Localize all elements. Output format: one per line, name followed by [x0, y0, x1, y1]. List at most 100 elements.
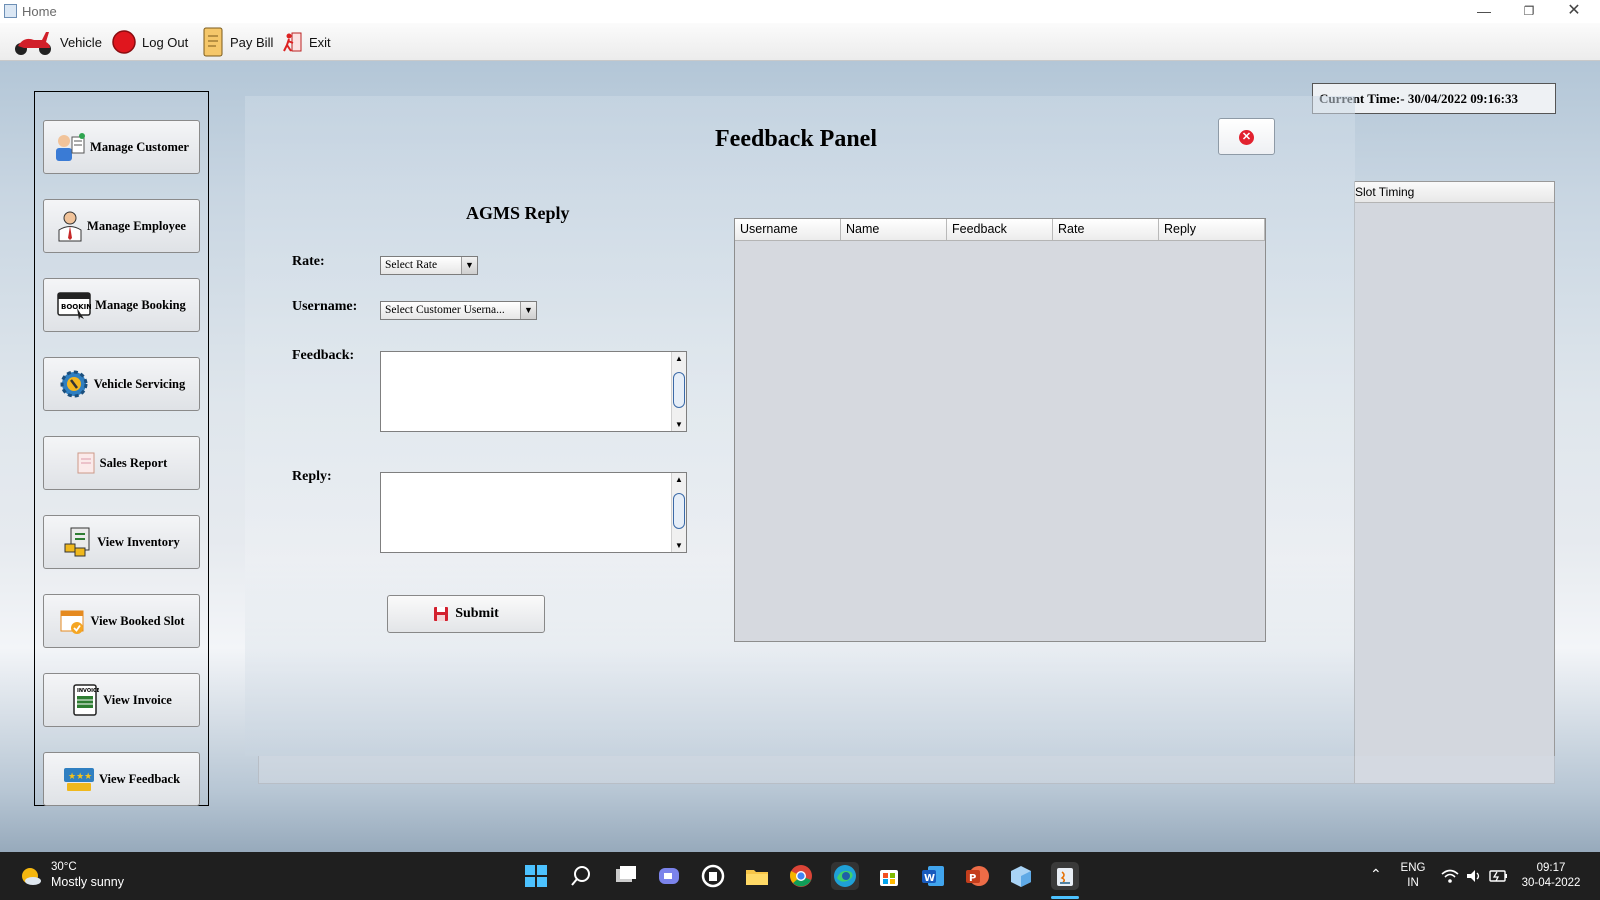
menu-vehicle[interactable]: Vehicle — [12, 27, 102, 57]
sidebar-item-view-booked-slot[interactable]: View Booked Slot — [43, 594, 200, 648]
language-indicator[interactable]: ENG IN — [1397, 861, 1429, 891]
calendar-icon — [60, 610, 83, 634]
feedback-textarea[interactable]: ▲ ▼ — [380, 351, 687, 432]
sidebar-item-label: View Invoice — [103, 692, 172, 707]
report-icon — [77, 452, 95, 474]
taskbar: 30°C Mostly sunny W P ⌃ ENG IN 09:17 30-… — [0, 852, 1600, 900]
submit-label: Submit — [455, 606, 499, 621]
menu-exit-label: Exit — [309, 34, 331, 50]
column-header-reply[interactable]: Reply — [1159, 219, 1265, 240]
system-clock[interactable]: 09:17 30-04-2022 — [1517, 861, 1585, 891]
volume-icon[interactable] — [1465, 868, 1483, 887]
window-title: Home — [22, 4, 57, 19]
invoice-icon: INVOICE — [73, 684, 99, 716]
sidebar-item-manage-booking[interactable]: BOOKING Manage Booking — [43, 278, 200, 332]
submit-button[interactable]: Submit — [387, 595, 545, 633]
weather-temp: 30°C — [51, 861, 77, 873]
menu-log-out-label: Log Out — [142, 34, 189, 50]
svg-text:P: P — [969, 873, 976, 884]
window-title-bar: Home — ❐ ✕ — [0, 0, 1600, 23]
file-explorer-icon[interactable] — [743, 862, 771, 890]
minimize-icon[interactable]: — — [1462, 0, 1506, 23]
save-icon — [434, 607, 449, 621]
column-header-feedback[interactable]: Feedback — [947, 219, 1053, 240]
menu-exit[interactable]: Exit — [283, 27, 331, 57]
chevron-down-icon[interactable]: ▼ — [461, 257, 477, 274]
column-header-name[interactable]: Name — [841, 219, 947, 240]
sidebar-item-view-inventory[interactable]: View Inventory — [43, 515, 200, 569]
chrome-icon[interactable] — [787, 862, 815, 890]
chevron-down-icon[interactable]: ▼ — [520, 302, 536, 319]
inventory-icon — [64, 527, 90, 557]
exit-person-icon — [283, 32, 302, 52]
red-circle-icon — [112, 30, 136, 54]
column-header-rate[interactable]: Rate — [1053, 219, 1159, 240]
weather-sun-icon[interactable] — [18, 864, 42, 888]
search-icon[interactable] — [567, 862, 595, 890]
sidebar-item-label: View Inventory — [97, 534, 180, 549]
booking-icon: BOOKING — [57, 292, 91, 320]
feedback-table[interactable]: Username Name Feedback Rate Reply — [734, 218, 1266, 642]
restore-icon[interactable]: ❐ — [1507, 0, 1551, 23]
customer-icon — [56, 133, 86, 161]
username-select[interactable]: Select Customer Userna... ▼ — [380, 301, 537, 320]
windows-start-icon[interactable] — [522, 862, 550, 890]
feedback-label: Feedback: — [292, 348, 355, 363]
clock-time: 09:17 — [1536, 862, 1566, 874]
svg-text:★★★: ★★★ — [68, 772, 92, 782]
rate-select[interactable]: Select Rate ▼ — [380, 256, 478, 275]
receipt-icon — [203, 27, 223, 57]
sidebar-item-view-invoice[interactable]: INVOICE View Invoice — [43, 673, 200, 727]
feedback-stars-icon: ★★★ — [63, 768, 94, 791]
edge-icon[interactable] — [831, 862, 859, 890]
java-app-icon — [4, 4, 17, 18]
employee-icon — [58, 211, 82, 242]
sidebar-item-label: View Booked Slot — [90, 613, 185, 628]
menu-pay-bill[interactable]: Pay Bill — [202, 27, 273, 57]
close-panel-button[interactable]: ✕ — [1218, 118, 1275, 155]
sidebar-item-manage-customer[interactable]: Manage Customer — [43, 120, 200, 174]
active-app-indicator — [1051, 896, 1079, 899]
reply-textarea[interactable]: ▲ ▼ — [380, 472, 687, 553]
weather-desc: Mostly sunny — [51, 875, 124, 889]
sidebar-item-view-feedback[interactable]: ★★★ View Feedback — [43, 752, 200, 806]
battery-icon[interactable] — [1489, 868, 1509, 887]
scooter-icon — [15, 32, 51, 55]
svg-text:W: W — [924, 873, 935, 884]
close-window-icon[interactable]: ✕ — [1552, 0, 1596, 23]
rate-select-value: Select Rate — [385, 259, 438, 271]
menu-log-out[interactable]: Log Out — [112, 27, 188, 57]
sidebar-item-label: Manage Booking — [95, 297, 186, 312]
powerpoint-icon[interactable]: P — [963, 862, 991, 890]
slot-timing-header: Slot Timing — [1355, 182, 1554, 203]
language-code: ENG — [1400, 862, 1426, 874]
word-icon[interactable]: W — [919, 862, 947, 890]
sidebar: Manage Customer Manage Employee BOOKING … — [34, 91, 209, 806]
username-select-value: Select Customer Userna... — [385, 304, 505, 316]
widgets-icon[interactable] — [699, 862, 727, 890]
task-view-icon[interactable] — [611, 862, 639, 890]
feedback-scrollbar[interactable]: ▲ ▼ — [671, 352, 686, 431]
3d-box-icon[interactable] — [1007, 862, 1035, 890]
sidebar-item-label: Manage Customer — [90, 139, 189, 154]
chevron-up-icon[interactable]: ⌃ — [1370, 866, 1382, 883]
weather-widget[interactable]: 30°C Mostly sunny — [51, 860, 124, 890]
sidebar-item-sales-report[interactable]: Sales Report — [43, 436, 200, 490]
column-header-username[interactable]: Username — [735, 219, 841, 240]
rate-label: Rate: — [292, 254, 325, 269]
teams-chat-icon[interactable] — [655, 862, 683, 890]
reply-scrollbar[interactable]: ▲ ▼ — [671, 473, 686, 552]
sidebar-item-manage-employee[interactable]: Manage Employee — [43, 199, 200, 253]
sidebar-item-vehicle-servicing[interactable]: Vehicle Servicing — [43, 357, 200, 411]
reply-label: Reply: — [292, 469, 332, 484]
username-label: Username: — [292, 299, 358, 314]
svg-text:INVOICE: INVOICE — [77, 688, 99, 694]
wifi-icon[interactable] — [1441, 868, 1459, 887]
panel-title: Feedback Panel — [715, 126, 877, 152]
java-app-icon[interactable] — [1051, 862, 1079, 890]
microsoft-store-icon[interactable] — [875, 862, 903, 890]
panel-bottom-strip — [258, 756, 1555, 784]
sidebar-item-label: Sales Report — [99, 455, 168, 470]
menu-bar: Vehicle Log Out Pay Bill Exit — [0, 23, 1600, 61]
region-code: IN — [1407, 877, 1419, 889]
